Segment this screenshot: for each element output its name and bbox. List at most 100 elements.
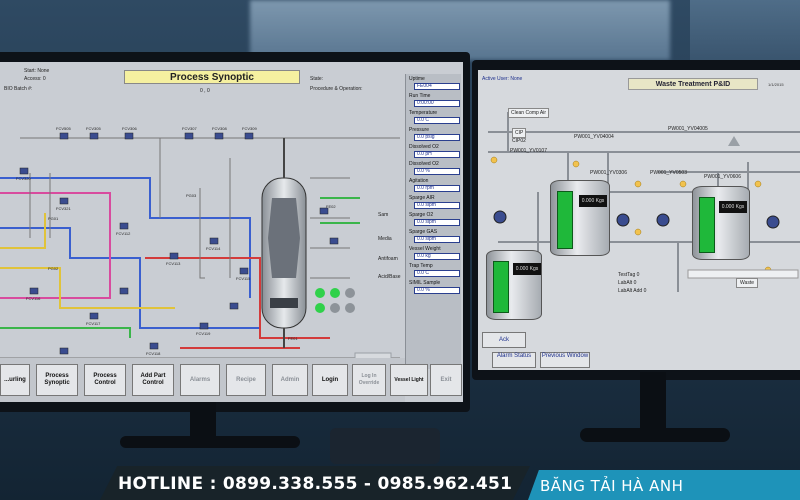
side-label-sam: Sam bbox=[378, 212, 389, 218]
valve-label: FCV505 bbox=[56, 126, 71, 131]
button-vessel-light[interactable]: Vessel Light bbox=[390, 364, 428, 396]
pv-value[interactable]: 0.0 slpm bbox=[414, 219, 460, 226]
tag-pw001-yv04004: PW001_YV04004 bbox=[574, 134, 614, 140]
pv-label: Sparge O2 bbox=[409, 212, 434, 218]
counter-readout: 0 , 0 bbox=[200, 88, 210, 94]
valve-label: FCV321 bbox=[56, 206, 71, 211]
valve-label: FCV112 bbox=[116, 231, 131, 236]
button-curling[interactable]: ...urling bbox=[0, 364, 30, 396]
brand-text: BĂNG TẢI HÀ ANH bbox=[540, 477, 684, 495]
valve-label: PG01 bbox=[48, 216, 59, 221]
valve-label: FCV113 bbox=[166, 261, 181, 266]
tank-1: 0.000 Kgs bbox=[486, 250, 542, 320]
tank-2-level bbox=[557, 191, 573, 249]
button-process-control[interactable]: Process Control bbox=[84, 364, 126, 396]
start-label: Start: None bbox=[24, 68, 50, 74]
pv-value[interactable]: 0.0 rpm bbox=[414, 185, 460, 192]
right-screen: Active User: None Waste Treatment P&ID 1… bbox=[478, 70, 800, 370]
left-screen: Start: None Access: 0 BIO Batch #: Proce… bbox=[0, 62, 463, 402]
desk-phone bbox=[330, 428, 440, 464]
tag-pw001-yv0606: PW001_YV0606 bbox=[704, 174, 741, 180]
button-recipe[interactable]: Recipe bbox=[226, 364, 266, 396]
pv-value[interactable]: 0.0 C bbox=[414, 117, 460, 124]
valve-label: FCV115 bbox=[236, 276, 251, 281]
button-alarms[interactable]: Alarms bbox=[180, 364, 220, 396]
pv-label: Dissolved O2 bbox=[409, 161, 439, 167]
button-admin[interactable]: Admin bbox=[272, 364, 308, 396]
button-login-override[interactable]: Log In Override bbox=[352, 364, 386, 396]
batch-label: BIO Batch #: bbox=[4, 86, 33, 92]
hotline-text: HOTLINE : 0899.338.555 - 0985.962.451 bbox=[118, 474, 513, 494]
valve-label: FE01 bbox=[288, 336, 298, 341]
tank-2: 0.000 Kgs bbox=[550, 180, 610, 256]
valve-label: FCV308 bbox=[212, 126, 227, 131]
tag-clean-comp-air: Clean Comp Air bbox=[508, 108, 550, 118]
procedure-label: Procedure & Operation: bbox=[310, 86, 363, 92]
button-process-synoptic[interactable]: Process Synoptic bbox=[36, 364, 78, 396]
valve-label: FCV114 bbox=[206, 246, 221, 251]
tank-3-readout: 0.000 Kgs bbox=[719, 201, 747, 213]
left-screen-header: Start: None Access: 0 BIO Batch #: Proce… bbox=[0, 62, 463, 102]
valve-label: FCV117 bbox=[86, 321, 101, 326]
access-label: Access: 0 bbox=[24, 76, 46, 82]
alarm-status-button[interactable]: Alarm Status bbox=[492, 352, 536, 368]
tank-1-readout: 0.000 Kgs bbox=[513, 263, 541, 275]
message-bar bbox=[687, 269, 799, 279]
pv-value[interactable]: 0.0 psig bbox=[414, 134, 460, 141]
tank-3-level bbox=[699, 197, 715, 253]
valve-label: FCV116 bbox=[26, 296, 41, 301]
tag-pw001-yv0107: PW001_YV0107 bbox=[510, 148, 547, 154]
info-testtag: TestTag 0 bbox=[618, 272, 640, 278]
pv-label: Dissolved O2 bbox=[409, 144, 439, 150]
previous-window-button[interactable]: Previous Window bbox=[540, 352, 590, 368]
date-readout: 1/1/2015 bbox=[768, 82, 784, 87]
pv-label: Run Time bbox=[409, 93, 431, 99]
valve-label: FCV305 bbox=[86, 126, 101, 131]
valve-label: FCV320 bbox=[16, 176, 31, 181]
pv-value[interactable]: 0.0 pH bbox=[414, 151, 460, 158]
tag-cip: CIP bbox=[512, 128, 527, 138]
pv-value[interactable]: FE004 bbox=[414, 83, 460, 90]
pv-label: Vessel Weight bbox=[409, 246, 441, 252]
page-title: Process Synoptic bbox=[124, 70, 300, 84]
ack-button[interactable]: Ack bbox=[482, 332, 526, 348]
state-label: State: bbox=[310, 76, 324, 82]
button-login[interactable]: Login bbox=[312, 364, 348, 396]
info-labalt: LabAlt 0 bbox=[618, 280, 637, 286]
tag-pw001-yv0503: PW001_YV0503 bbox=[650, 170, 687, 176]
pv-label: Sparge GAS bbox=[409, 229, 438, 235]
pv-value[interactable]: 0.0 slpm bbox=[414, 202, 460, 209]
info-labalt-add: LabAlt Add 0 bbox=[618, 288, 647, 294]
valve-label: PG03 bbox=[186, 193, 197, 198]
pv-label: Uptime bbox=[409, 76, 425, 82]
side-label-antifoam: Antifoam bbox=[378, 256, 398, 262]
function-button-bar: ...urling Process Synoptic Process Contr… bbox=[0, 358, 462, 402]
background-window bbox=[250, 0, 670, 60]
tank-2-readout: 0.000 Kgs bbox=[579, 195, 607, 207]
valve-label: FCV118 bbox=[146, 351, 161, 356]
pv-value[interactable]: 0.0 % bbox=[414, 287, 460, 294]
pv-value[interactable]: 0.0 C bbox=[414, 270, 460, 277]
valve-label: FCV306 bbox=[122, 126, 137, 131]
button-exit[interactable]: Exit bbox=[430, 364, 462, 396]
button-add-part-control[interactable]: Add Part Control bbox=[132, 364, 174, 396]
pv-value[interactable]: 0.0 slpm bbox=[414, 236, 460, 243]
side-label-media: Media bbox=[378, 236, 392, 242]
pv-value[interactable]: 0:00:00 bbox=[414, 100, 460, 107]
pv-label: Sparge AIR bbox=[409, 195, 435, 201]
valve-label: PG02 bbox=[48, 266, 59, 271]
pv-label: Agitation bbox=[409, 178, 429, 184]
pv-label: SIMIL Sample bbox=[409, 280, 441, 286]
tank-3: 0.000 Kgs bbox=[692, 186, 750, 260]
pv-value[interactable]: 0.0 kg bbox=[414, 253, 460, 260]
valve-label: FCV307 bbox=[182, 126, 197, 131]
pv-value[interactable]: 0.0 % bbox=[414, 168, 460, 175]
tank-1-level bbox=[493, 261, 509, 313]
process-values-panel: Uptime FE004 Run Time 0:00:00 Temperatur… bbox=[405, 74, 461, 369]
active-user-label: Active User: None bbox=[482, 76, 523, 82]
right-monitor-base bbox=[580, 428, 730, 442]
tag-pw001-yv04005: PW001_YV04005 bbox=[668, 126, 708, 132]
valve-label: FE02 bbox=[326, 204, 336, 209]
side-label-acid-base: Acid/Base bbox=[378, 274, 401, 280]
pv-label: Trap Temp bbox=[409, 263, 433, 269]
